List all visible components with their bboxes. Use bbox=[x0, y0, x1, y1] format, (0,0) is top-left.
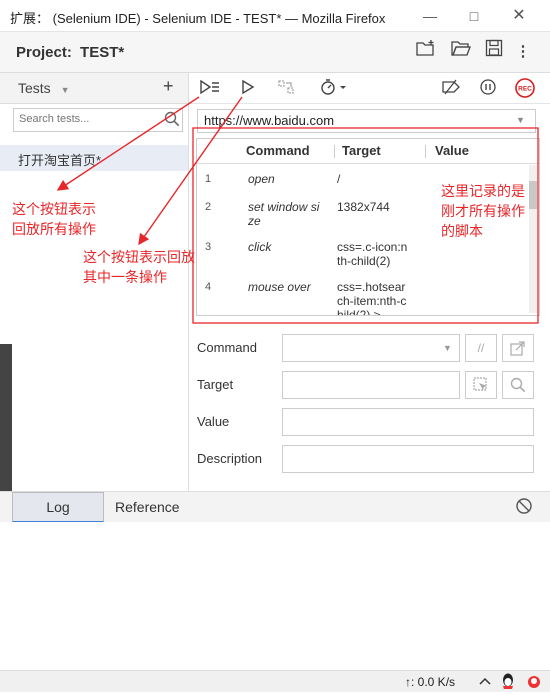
annotation-recorded: 这里记录的是 刚才所有操作 的脚本 bbox=[441, 181, 525, 241]
annotation-line: 的脚本 bbox=[441, 223, 483, 239]
annotation-line: 这里记录的是 bbox=[441, 183, 525, 199]
annotation-line: 其中一条操作 bbox=[83, 269, 167, 285]
annotation-play-one: 这个按钮表示回放 其中一条操作 bbox=[83, 247, 195, 287]
annotation-arrow-play-one bbox=[138, 96, 243, 246]
annotation-line: 这个按钮表示回放 bbox=[83, 249, 195, 265]
annotation-overlay bbox=[56, 96, 539, 324]
annotation-play-all: 这个按钮表示 回放所有操作 bbox=[12, 199, 96, 239]
annotation-line: 刚才所有操作 bbox=[441, 203, 525, 219]
annotation-line: 回放所有操作 bbox=[12, 221, 96, 237]
annotation-line: 这个按钮表示 bbox=[12, 201, 96, 217]
annotation-arrow-play-all bbox=[56, 96, 200, 191]
